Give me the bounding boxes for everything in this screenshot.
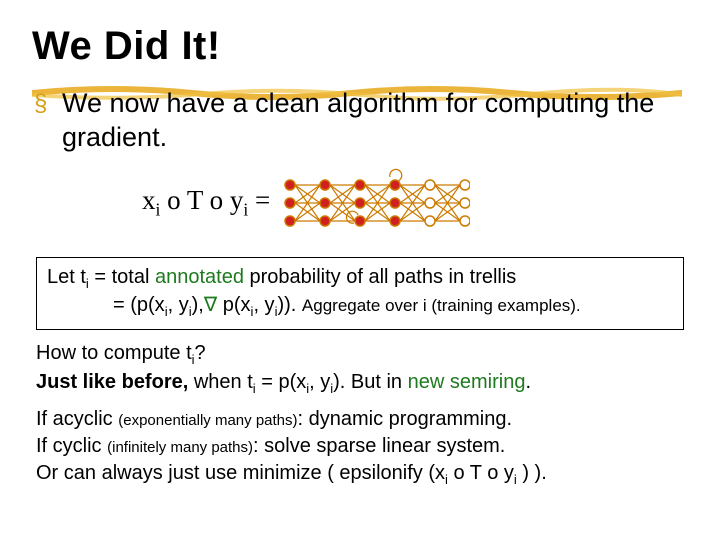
text: , y — [309, 371, 330, 393]
final-block: If acyclic (exponentially many paths): d… — [36, 406, 684, 489]
text: , y — [253, 294, 274, 316]
text: when t — [188, 371, 252, 393]
text: ? — [195, 342, 206, 364]
formula-row: xi o T o yi = — [62, 167, 680, 239]
text: = total — [89, 266, 155, 288]
question-line: How to compute ti? — [36, 340, 684, 369]
bold-text: Just like before, — [36, 371, 188, 393]
text: o T o y — [448, 462, 514, 484]
text: How to compute t — [36, 342, 192, 364]
text: = (p(x — [113, 294, 165, 316]
text: If acyclic — [36, 408, 118, 430]
box-line-1: Let ti = total annotated probability of … — [47, 264, 673, 293]
note: (infinitely many paths) — [107, 439, 253, 456]
text: probability of all paths in trellis — [244, 266, 516, 288]
text: : dynamic programming. — [298, 408, 513, 430]
text: Or can always just use minimize ( epsilo… — [36, 462, 445, 484]
how-to-compute: How to compute ti? Just like before, whe… — [36, 340, 684, 398]
definition-box: Let ti = total annotated probability of … — [36, 257, 684, 331]
cyclic-line: If cyclic (infinitely many paths): solve… — [36, 433, 684, 460]
text: Let t — [47, 266, 86, 288]
text: ) ). — [517, 462, 547, 484]
text: : solve sparse linear system. — [253, 435, 505, 457]
text: . — [525, 371, 531, 393]
slide-title: We Did It! — [0, 0, 720, 69]
aggregate-note: Aggregate over i (training examples). — [302, 296, 581, 315]
trellis-diagram — [280, 167, 470, 239]
text: , y — [168, 294, 189, 316]
slide: We Did It! We now have a clean algorithm… — [0, 0, 720, 540]
text: p(x — [217, 294, 250, 316]
minimize-line: Or can always just use minimize ( epsilo… — [36, 460, 684, 489]
note: (exponentially many paths) — [118, 412, 297, 429]
text: = p(x — [256, 371, 307, 393]
box-line-2: = (p(xi, yi),∇ p(xi, yi)). Aggregate ove… — [47, 292, 673, 321]
bullet-text: We now have a clean algorithm for comput… — [62, 87, 680, 155]
nabla-icon: ∇ — [204, 294, 217, 316]
new-semiring: new semiring — [408, 371, 526, 393]
annotated-word: annotated — [155, 266, 244, 288]
formula: xi o T o yi = — [142, 185, 270, 220]
answer-line: Just like before, when ti = p(xi, yi). B… — [36, 369, 684, 398]
text: ), — [192, 294, 204, 316]
body: We now have a clean algorithm for comput… — [0, 69, 720, 239]
text: ). But in — [333, 371, 407, 393]
acyclic-line: If acyclic (exponentially many paths): d… — [36, 406, 684, 433]
text: If cyclic — [36, 435, 107, 457]
text: )). — [277, 294, 296, 316]
